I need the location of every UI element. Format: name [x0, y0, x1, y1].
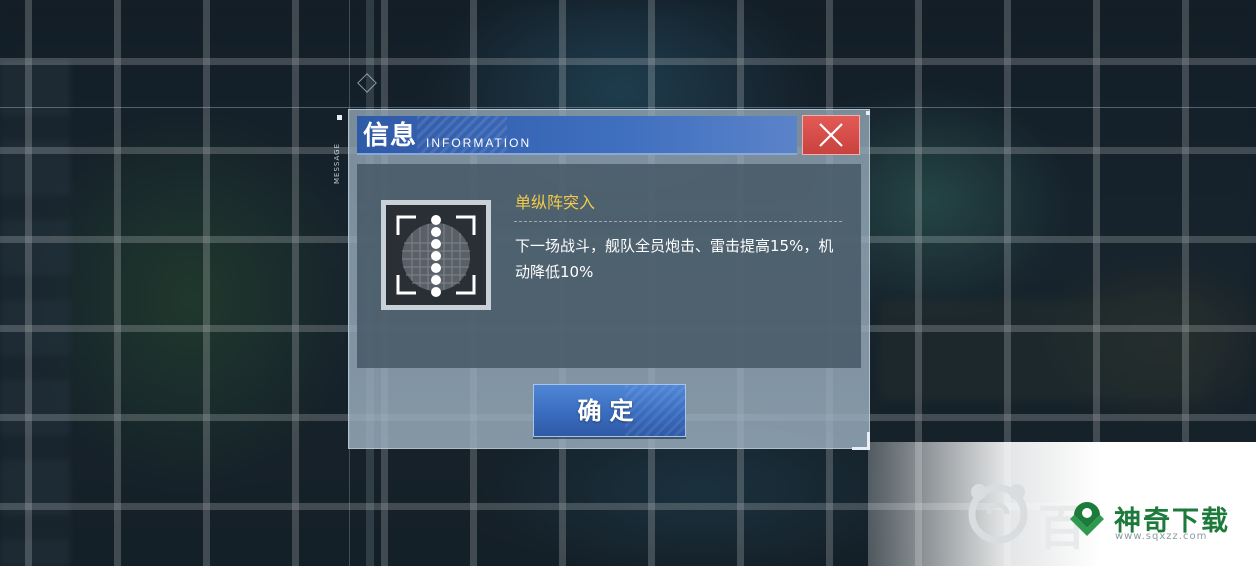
confirm-button[interactable]: 确定 — [533, 384, 686, 437]
skill-description: 下一场战斗，舰队全员炮击、雷击提高15%，机动降低10% — [515, 237, 834, 281]
skill-divider — [514, 221, 842, 222]
dialog-corner-marker-top-right — [866, 111, 870, 115]
dialog-side-label: MESSAGE — [333, 143, 341, 184]
confirm-button-label: 确定 — [577, 396, 642, 425]
skill-icon-frame — [381, 200, 491, 310]
skill-name: 单纵阵突入 — [515, 193, 596, 212]
watermark-url: www.sqxzz.com — [1115, 531, 1208, 542]
dialog-title: 信息 — [363, 121, 418, 151]
hud-horizontal-line — [0, 107, 1256, 108]
dialog-title-bar — [357, 116, 797, 155]
dialog-title-subtitle: INFORMATION — [426, 136, 532, 150]
dialog-corner-marker — [337, 115, 342, 120]
game-scene: MESSAGE 信息 INFORMATION 单纵阵突入 下一场战斗，舰队全员炮… — [0, 0, 1256, 566]
close-icon — [819, 123, 843, 147]
close-button[interactable] — [802, 115, 860, 155]
single-column-formation-icon — [386, 205, 486, 305]
ghost-logo-icon — [968, 484, 1028, 544]
sqxzz-logo-icon — [1070, 502, 1104, 536]
